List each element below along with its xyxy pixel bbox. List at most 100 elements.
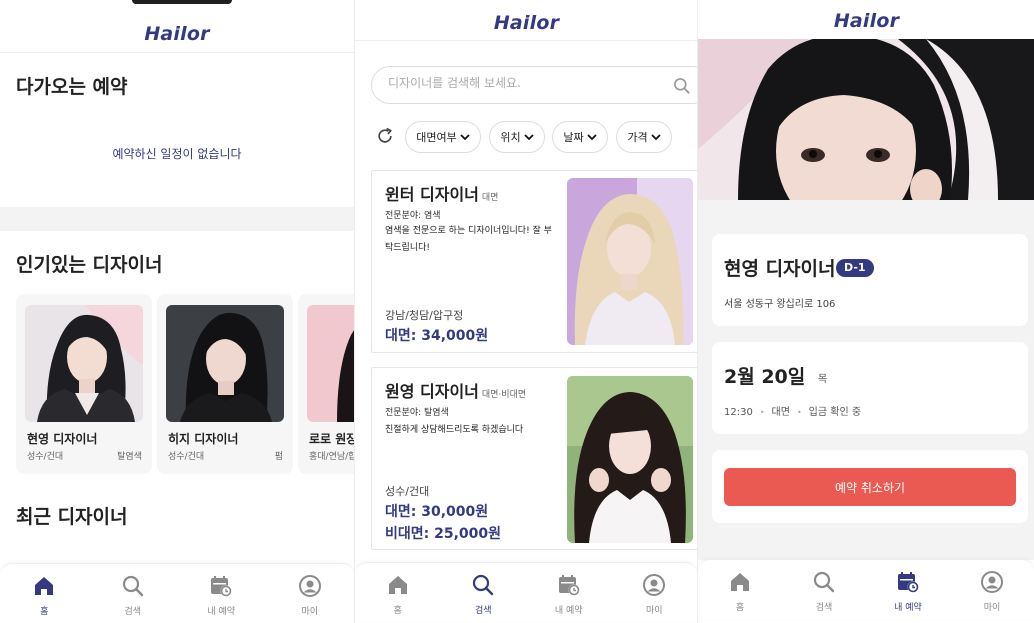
nav-booking[interactable]: 내 예약 bbox=[177, 564, 266, 623]
reservation-date: 2월 20일 bbox=[724, 366, 806, 388]
app-logo: Hailor bbox=[493, 12, 560, 34]
calendar-clock-icon bbox=[558, 575, 580, 596]
reservation-time: 12:30 bbox=[724, 407, 753, 418]
reservation-meta: 12:30 • 대면 • 입금 확인 중 bbox=[724, 407, 862, 418]
designer-desc: 염색을 전문으로 하는 디자이너입니다! 잘 부탁드립니다! bbox=[385, 226, 552, 253]
calendar-clock-icon bbox=[898, 572, 919, 593]
designer-card[interactable]: 현영 디자이너 성수/건대 탈염색 bbox=[16, 294, 152, 474]
home-screen: Hailor 다가오는 예약 예약하신 일정이 없습니다 인기있는 디자이너 현… bbox=[0, 0, 354, 623]
upcoming-title: 다가오는 예약 bbox=[16, 76, 128, 98]
filter-chip-price[interactable]: 가격 bbox=[616, 121, 672, 153]
chevron-down-icon bbox=[586, 134, 597, 141]
designer-location: 성수/건대 bbox=[385, 485, 430, 498]
designer-card[interactable]: 로로 원장 홍대/연남/합정 bbox=[298, 294, 354, 474]
salon-address: 서울 성동구 왕십리로 106 bbox=[724, 299, 836, 310]
designer-desc: 친절하게 상담해드리도록 하겠습니다 bbox=[385, 425, 524, 435]
nav-booking-label: 내 예약 bbox=[207, 607, 236, 617]
filter-chip-date[interactable]: 날짜 bbox=[552, 121, 608, 153]
nav-home[interactable]: 홈 bbox=[355, 563, 441, 622]
designer-name: 히지 디자이너 bbox=[168, 432, 239, 446]
home-icon bbox=[388, 576, 407, 594]
nav-my[interactable]: 마이 bbox=[266, 564, 355, 623]
search-input[interactable] bbox=[388, 76, 648, 90]
designer-price-contact: 대면: 34,000원 bbox=[385, 328, 489, 344]
cancel-reservation-button[interactable]: 예약 취소하기 bbox=[724, 468, 1016, 506]
home-icon bbox=[35, 577, 54, 595]
refresh-icon[interactable] bbox=[375, 126, 395, 146]
nav-home-label: 홈 bbox=[735, 603, 745, 613]
reserved-designer-name: 현영 디자이너 bbox=[724, 258, 836, 280]
filter-chip-location[interactable]: 위치 bbox=[489, 121, 545, 153]
designer-price-remote: 비대면: 25,000원 bbox=[385, 526, 502, 542]
nav-search-label: 검색 bbox=[815, 603, 833, 613]
calendar-clock-icon bbox=[211, 576, 232, 597]
designer-photo bbox=[307, 305, 354, 422]
recent-title: 최근 디자이너 bbox=[16, 506, 128, 528]
designer-specialty: 탈염색 bbox=[117, 452, 142, 462]
nav-search[interactable]: 검색 bbox=[441, 563, 527, 622]
nav-my-label: 마이 bbox=[301, 607, 319, 617]
search-icon[interactable] bbox=[672, 76, 692, 96]
upcoming-empty-text: 예약하신 일정이 없습니다 bbox=[112, 147, 242, 161]
designer-location: 성수/건대 bbox=[168, 452, 205, 462]
app-logo: Hailor bbox=[833, 10, 900, 32]
designer-price-contact: 대면: 30,000원 bbox=[385, 504, 489, 520]
nav-my[interactable]: 마이 bbox=[612, 563, 698, 622]
designer-name: 현영 디자이너 bbox=[27, 432, 98, 446]
app-logo: Hailor bbox=[144, 23, 210, 45]
reservation-weekday: 목 bbox=[818, 374, 828, 385]
chevron-down-icon bbox=[650, 134, 661, 141]
nav-my-label: 마이 bbox=[645, 606, 663, 616]
bottom-nav: 홈 검색 내 예약 마이 bbox=[0, 563, 354, 623]
reservation-mode: 대면 bbox=[771, 407, 790, 418]
designer-hero-photo bbox=[698, 39, 1034, 200]
designer-location: 홍대/연남/합정 bbox=[309, 452, 354, 462]
designer-result-card[interactable]: 윈터 디자이너 대면 전문분야: 염색 염색을 전문으로 하는 디자이너입니다! … bbox=[371, 170, 697, 353]
designer-info-card: 현영 디자이너 D-1 서울 성동구 왕십리로 106 bbox=[712, 234, 1028, 326]
header-divider bbox=[355, 40, 697, 41]
dday-badge: D-1 bbox=[836, 259, 874, 277]
profile-icon bbox=[643, 574, 666, 596]
filter-chip-label: 가격 bbox=[627, 131, 648, 144]
nav-home[interactable]: 홈 bbox=[0, 564, 89, 623]
reservation-status: 입금 확인 중 bbox=[808, 407, 862, 418]
bottom-nav: 홈 검색 내 예약 마이 bbox=[355, 562, 697, 622]
filter-chip-label: 대면여부 bbox=[416, 131, 457, 144]
designer-location: 성수/건대 bbox=[27, 452, 64, 462]
designer-name: 윈터 디자이너 대면 bbox=[385, 185, 499, 204]
designer-card[interactable]: 히지 디자이너 성수/건대 펌 bbox=[157, 294, 293, 474]
designer-specialty: 펌 bbox=[274, 452, 283, 462]
designer-name: 원영 디자이너 대면·비대면 bbox=[385, 382, 527, 401]
filter-chip-label: 위치 bbox=[500, 131, 521, 144]
search-icon bbox=[813, 571, 835, 593]
filter-chip-label: 날짜 bbox=[563, 131, 584, 144]
section-separator bbox=[0, 207, 354, 231]
reservation-screen: Hailor 현영 디자이너 D-1 서울 성동구 왕십리로 106 2월 20… bbox=[697, 0, 1034, 623]
filter-chip-contact[interactable]: 대면여부 bbox=[405, 121, 481, 153]
designer-photo bbox=[25, 305, 143, 422]
chevron-down-icon bbox=[523, 134, 534, 141]
header-divider bbox=[0, 52, 354, 53]
nav-booking[interactable]: 내 예약 bbox=[866, 560, 950, 619]
designer-field: 전문분야: 탈염색 bbox=[385, 408, 449, 418]
designer-photo bbox=[567, 376, 693, 543]
bottom-nav: 홈 검색 내 예약 마이 bbox=[698, 559, 1034, 619]
designer-field: 전문분야: 염색 bbox=[385, 211, 441, 221]
designer-location: 강남/청담/압구정 bbox=[385, 309, 464, 322]
designer-name: 로로 원장 bbox=[309, 432, 354, 446]
nav-search[interactable]: 검색 bbox=[782, 560, 866, 619]
designer-result-card[interactable]: 원영 디자이너 대면·비대면 전문분야: 탈염색 친절하게 상담해드리도록 하겠습… bbox=[371, 367, 697, 550]
nav-home[interactable]: 홈 bbox=[698, 560, 782, 619]
nav-my[interactable]: 마이 bbox=[950, 560, 1034, 619]
search-icon bbox=[473, 574, 494, 596]
search-screen: Hailor 대면여부 위치 날짜 가격 윈터 디자이너대면 전문분야: 염색 … bbox=[354, 0, 697, 623]
designer-mode: 대면 bbox=[481, 193, 499, 203]
profile-icon bbox=[981, 571, 1003, 593]
nav-search[interactable]: 검색 bbox=[89, 564, 178, 623]
home-icon bbox=[731, 573, 749, 591]
nav-booking[interactable]: 내 예약 bbox=[526, 563, 612, 622]
nav-booking-label: 내 예약 bbox=[554, 606, 583, 616]
designer-photo bbox=[166, 305, 284, 422]
chevron-down-icon bbox=[460, 134, 470, 141]
schedule-card: 2월 20일 목 12:30 • 대면 • 입금 확인 중 bbox=[712, 342, 1028, 434]
